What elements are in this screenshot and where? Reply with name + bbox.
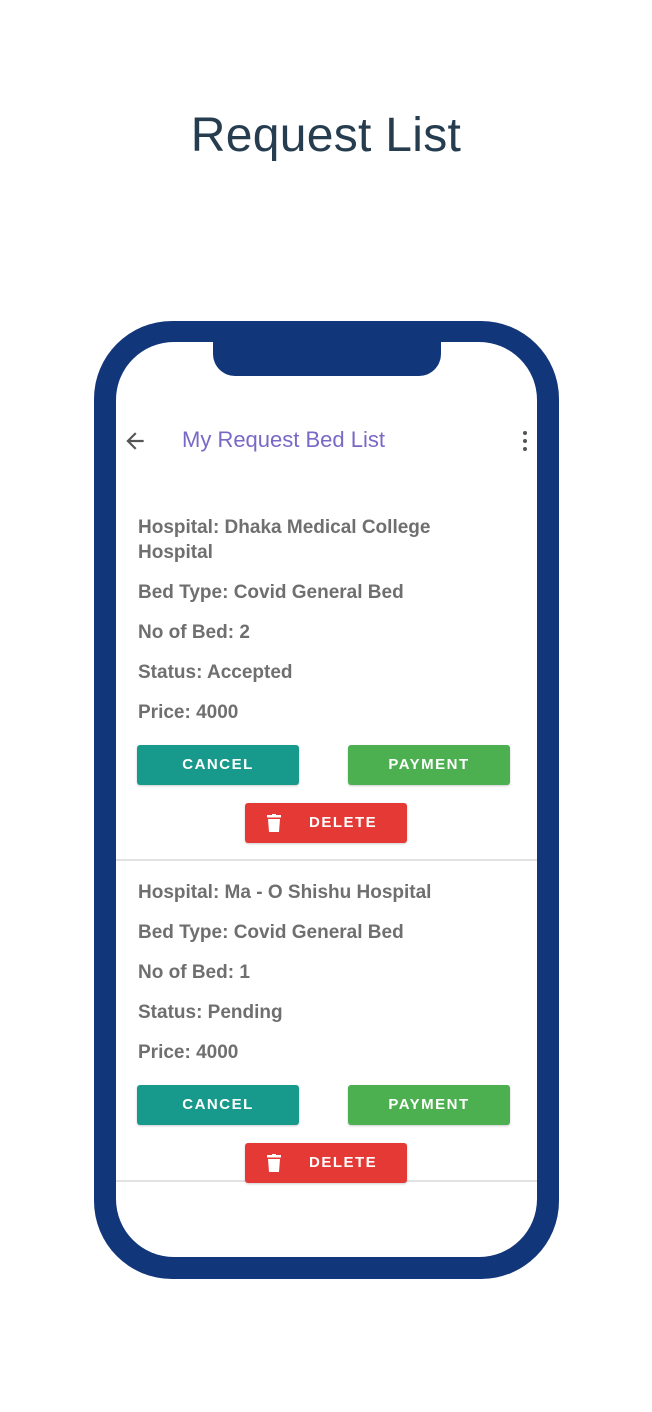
delete-button[interactable]: DELETE [245, 1143, 407, 1183]
phone-notch [213, 342, 441, 376]
phone-frame: My Request Bed List Hospital: Dhaka Medi… [94, 321, 559, 1279]
status-label: Status: Accepted [138, 662, 293, 683]
bed-type-label: Bed Type: Covid General Bed [138, 582, 404, 603]
price-label: Price: 4000 [138, 702, 239, 723]
arrow-left-icon[interactable] [122, 428, 148, 454]
bed-count-label: No of Bed: 2 [138, 622, 250, 643]
cancel-button[interactable]: CANCEL [137, 745, 299, 785]
cancel-button[interactable]: CANCEL [137, 1085, 299, 1125]
hospital-label: Hospital: Ma - O Shishu Hospital [138, 882, 432, 903]
app-title: My Request Bed List [182, 427, 385, 452]
more-vertical-icon[interactable] [521, 430, 529, 452]
status-label: Status: Pending [138, 1002, 283, 1023]
payment-button[interactable]: PAYMENT [348, 745, 510, 785]
price-label: Price: 4000 [138, 1042, 239, 1063]
page-title: Request List [190, 109, 462, 162]
trash-icon [267, 1154, 281, 1172]
trash-icon [267, 814, 281, 832]
delete-label: DELETE [309, 814, 378, 831]
phone-screen: My Request Bed List Hospital: Dhaka Medi… [116, 342, 537, 1257]
request-card: Hospital: Dhaka Medical College Hospital… [116, 502, 537, 861]
hospital-label: Hospital: Dhaka Medical College Hospital [138, 517, 431, 563]
bed-type-label: Bed Type: Covid General Bed [138, 922, 404, 943]
request-card: Hospital: Ma - O Shishu Hospital Bed Typ… [116, 861, 537, 1183]
delete-label: DELETE [309, 1154, 378, 1171]
bed-count-label: No of Bed: 1 [138, 962, 250, 983]
payment-button[interactable]: PAYMENT [348, 1085, 510, 1125]
app-bar: My Request Bed List [116, 420, 537, 464]
delete-button[interactable]: DELETE [245, 803, 407, 843]
